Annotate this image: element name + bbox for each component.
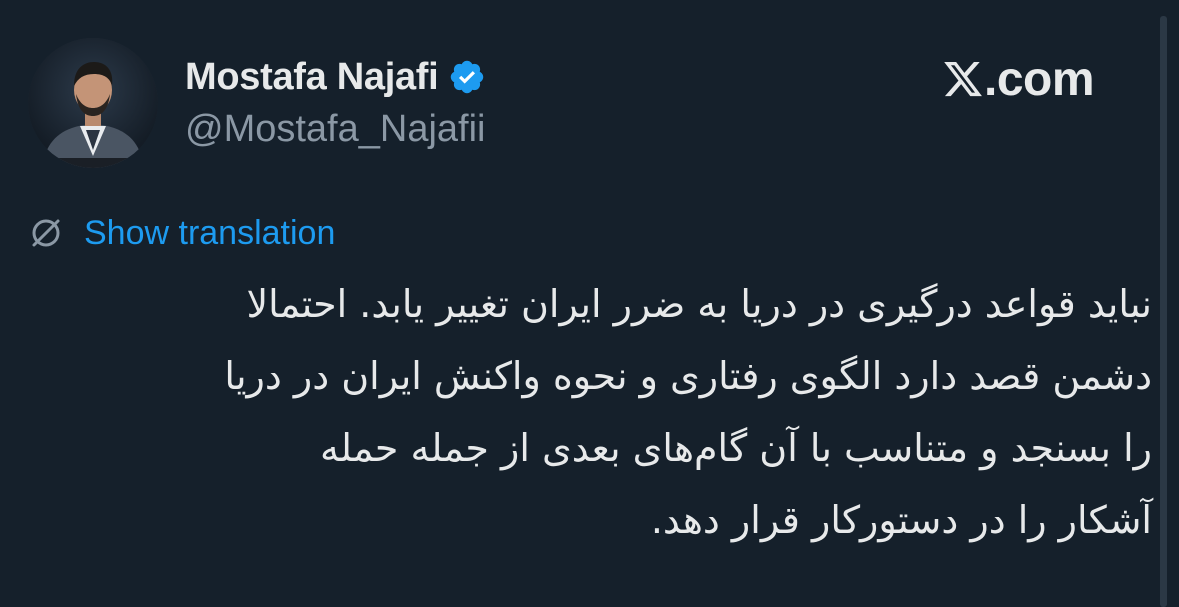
tweet-card: Mostafa Najafi @Mostafa_Najafii .com Sho… <box>0 0 1179 607</box>
author-name-row: Mostafa Najafi <box>185 52 486 102</box>
author-display-name[interactable]: Mostafa Najafi <box>185 56 439 99</box>
brand-logo: .com <box>942 52 1095 106</box>
brand-domain-text: .com <box>984 52 1095 106</box>
tweet-text: نباید قواعد درگیری در دریا به ضرر ایران … <box>28 268 1152 556</box>
tweet-text-line: دشمن قصد دارد الگوی رفتاری و نحوه واکنش … <box>224 354 1152 398</box>
x-logo-icon <box>942 58 984 100</box>
show-translation-link[interactable]: Show translation <box>84 214 335 253</box>
author-handle[interactable]: @Mostafa_Najafii <box>185 108 485 151</box>
scrollbar[interactable] <box>1160 16 1167 607</box>
globe-slash-icon <box>28 215 64 251</box>
avatar-image <box>28 38 158 168</box>
avatar[interactable] <box>28 38 158 168</box>
translation-row: Show translation <box>28 212 335 254</box>
tweet-text-line: نباید قواعد درگیری در دریا به ضرر ایران … <box>246 282 1152 326</box>
tweet-text-line: را بسنجد و متناسب با آن گام‌های بعدی از … <box>320 426 1152 470</box>
tweet-text-line: آشکار را در دستورکار قرار دهد. <box>650 498 1152 542</box>
verified-badge-icon <box>448 58 486 96</box>
